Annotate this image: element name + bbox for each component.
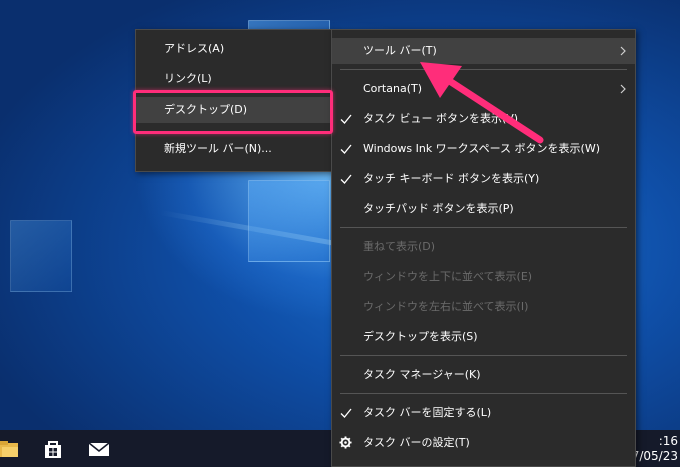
menu-item-label: Cortana(T) — [363, 82, 423, 95]
menu-item-show-ink-workspace[interactable]: Windows Ink ワークスペース ボタンを表示(W) — [332, 137, 635, 161]
submenu-item-label: アドレス(A) — [164, 42, 225, 55]
check-icon — [340, 174, 352, 184]
menu-separator — [340, 69, 627, 70]
submenu-item-label: 新規ツール バー(N)... — [164, 142, 272, 155]
gear-icon — [339, 436, 352, 449]
menu-separator — [340, 355, 627, 356]
menu-item-label: デスクトップを表示(S) — [363, 330, 478, 343]
menu-item-label: Windows Ink ワークスペース ボタンを表示(W) — [363, 142, 600, 155]
check-icon — [340, 408, 352, 418]
clock-date: 7/05/23 — [631, 449, 678, 463]
menu-item-label: ツール バー(T) — [363, 44, 437, 57]
chevron-right-icon — [620, 84, 626, 94]
menu-item-stack-windows: ウィンドウを上下に並べて表示(E) — [332, 265, 635, 289]
file-explorer-icon[interactable] — [0, 439, 22, 459]
menu-item-label: タスク バーの設定(T) — [363, 436, 470, 449]
menu-item-label: ウィンドウを左右に並べて表示(I) — [363, 300, 529, 313]
submenu-item-links[interactable]: リンク(L) — [136, 67, 332, 91]
menu-item-label: タッチパッド ボタンを表示(P) — [363, 202, 514, 215]
menu-item-lock-taskbar[interactable]: タスク バーを固定する(L) — [332, 401, 635, 425]
submenu-item-address[interactable]: アドレス(A) — [136, 37, 332, 61]
menu-item-label: ウィンドウを上下に並べて表示(E) — [363, 270, 533, 283]
window-logo-pane — [248, 180, 330, 262]
menu-item-taskbar-settings[interactable]: タスク バーの設定(T) — [332, 431, 635, 455]
taskbar-clock[interactable]: :16 7/05/23 — [632, 434, 678, 464]
check-icon — [340, 114, 352, 124]
submenu-item-label: リンク(L) — [164, 72, 212, 85]
check-icon — [340, 144, 352, 154]
mail-icon[interactable] — [88, 439, 110, 459]
menu-separator — [340, 393, 627, 394]
menu-item-label: タッチ キーボード ボタンを表示(Y) — [363, 172, 540, 185]
menu-item-show-task-view[interactable]: タスク ビュー ボタンを表示(V) — [332, 107, 635, 131]
menu-item-show-desktop[interactable]: デスクトップを表示(S) — [332, 325, 635, 349]
menu-item-show-touch-keyboard[interactable]: タッチ キーボード ボタンを表示(Y) — [332, 167, 635, 191]
annotation-highlight-box — [133, 90, 333, 134]
menu-item-cascade: 重ねて表示(D) — [332, 235, 635, 259]
menu-item-label: タスク バーを固定する(L) — [363, 406, 492, 419]
window-logo-pane — [10, 220, 72, 292]
store-icon[interactable] — [42, 439, 64, 459]
clock-time: :16 — [658, 434, 678, 448]
menu-item-label: タスク マネージャー(K) — [363, 368, 481, 381]
taskbar-context-menu: ツール バー(T) Cortana(T) タスク ビュー ボタンを表示(V) W… — [331, 29, 636, 467]
menu-item-cortana[interactable]: Cortana(T) — [332, 77, 635, 101]
menu-item-show-touchpad[interactable]: タッチパッド ボタンを表示(P) — [332, 197, 635, 221]
chevron-right-icon — [620, 46, 626, 56]
menu-item-side-by-side: ウィンドウを左右に並べて表示(I) — [332, 295, 635, 319]
menu-item-task-manager[interactable]: タスク マネージャー(K) — [332, 363, 635, 387]
menu-item-label: タスク ビュー ボタンを表示(V) — [363, 112, 519, 125]
menu-separator — [340, 227, 627, 228]
menu-item-toolbars[interactable]: ツール バー(T) — [332, 38, 635, 64]
submenu-item-new-toolbar[interactable]: 新規ツール バー(N)... — [136, 137, 332, 161]
menu-item-label: 重ねて表示(D) — [363, 240, 436, 253]
